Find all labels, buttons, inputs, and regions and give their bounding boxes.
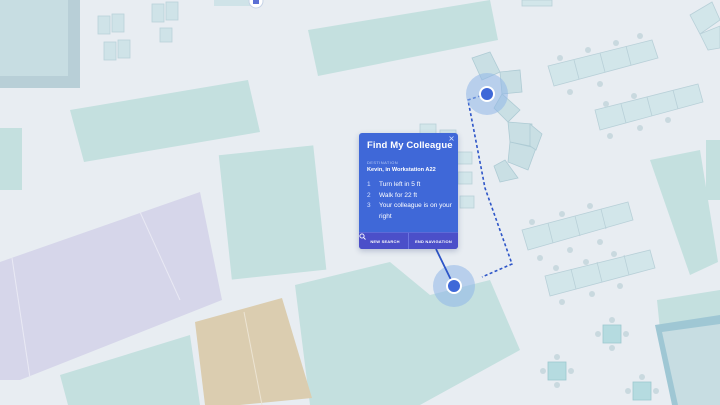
- end-navigation-button[interactable]: END NAVIGATION: [408, 233, 458, 249]
- building-block: [0, 128, 22, 190]
- new-search-label: NEW SEARCH: [370, 238, 400, 244]
- navigation-panel: Find My Colleague DESTINATION Kevin, in …: [359, 133, 458, 249]
- panel-title: Find My Colleague: [367, 140, 453, 151]
- direction-step: 3 Your colleague is on your right: [367, 201, 455, 222]
- building-block: [195, 298, 312, 405]
- location-pin-icon: [253, 0, 259, 4]
- step-text: Turn left in 5 ft: [379, 181, 421, 188]
- direction-step: 2 Walk for 22 ft: [367, 191, 455, 202]
- building-block: [70, 80, 260, 162]
- step-text: Your colleague is on your right: [379, 202, 452, 220]
- building-block: [218, 145, 327, 280]
- new-search-button[interactable]: NEW SEARCH: [359, 233, 408, 249]
- destination-label: DESTINATION: [367, 160, 398, 165]
- colleague-location-marker[interactable]: [479, 86, 495, 102]
- step-text: Walk for 22 ft: [379, 191, 418, 199]
- office-floor-map[interactable]: Find My Colleague DESTINATION Kevin, in …: [0, 0, 720, 405]
- step-number: 3: [367, 202, 371, 209]
- workstation-pod: [471, 51, 543, 183]
- building-block: [295, 262, 520, 405]
- building-block: [308, 0, 498, 76]
- destination-value: Kevin, in Workstation A22: [367, 167, 436, 173]
- panel-actions: NEW SEARCH END NAVIGATION: [359, 232, 458, 249]
- direction-steps: 1 Turn left in 5 ft 2 Walk for 22 ft 3 Y…: [367, 180, 455, 222]
- step-number: 2: [367, 191, 371, 199]
- step-number: 1: [367, 181, 371, 188]
- direction-step: 1 Turn left in 5 ft: [367, 180, 455, 191]
- desk-cluster: [97, 1, 179, 61]
- my-location-marker[interactable]: [446, 278, 462, 294]
- end-navigation-label: END NAVIGATION: [415, 238, 452, 244]
- navigation-route: [467, 93, 514, 278]
